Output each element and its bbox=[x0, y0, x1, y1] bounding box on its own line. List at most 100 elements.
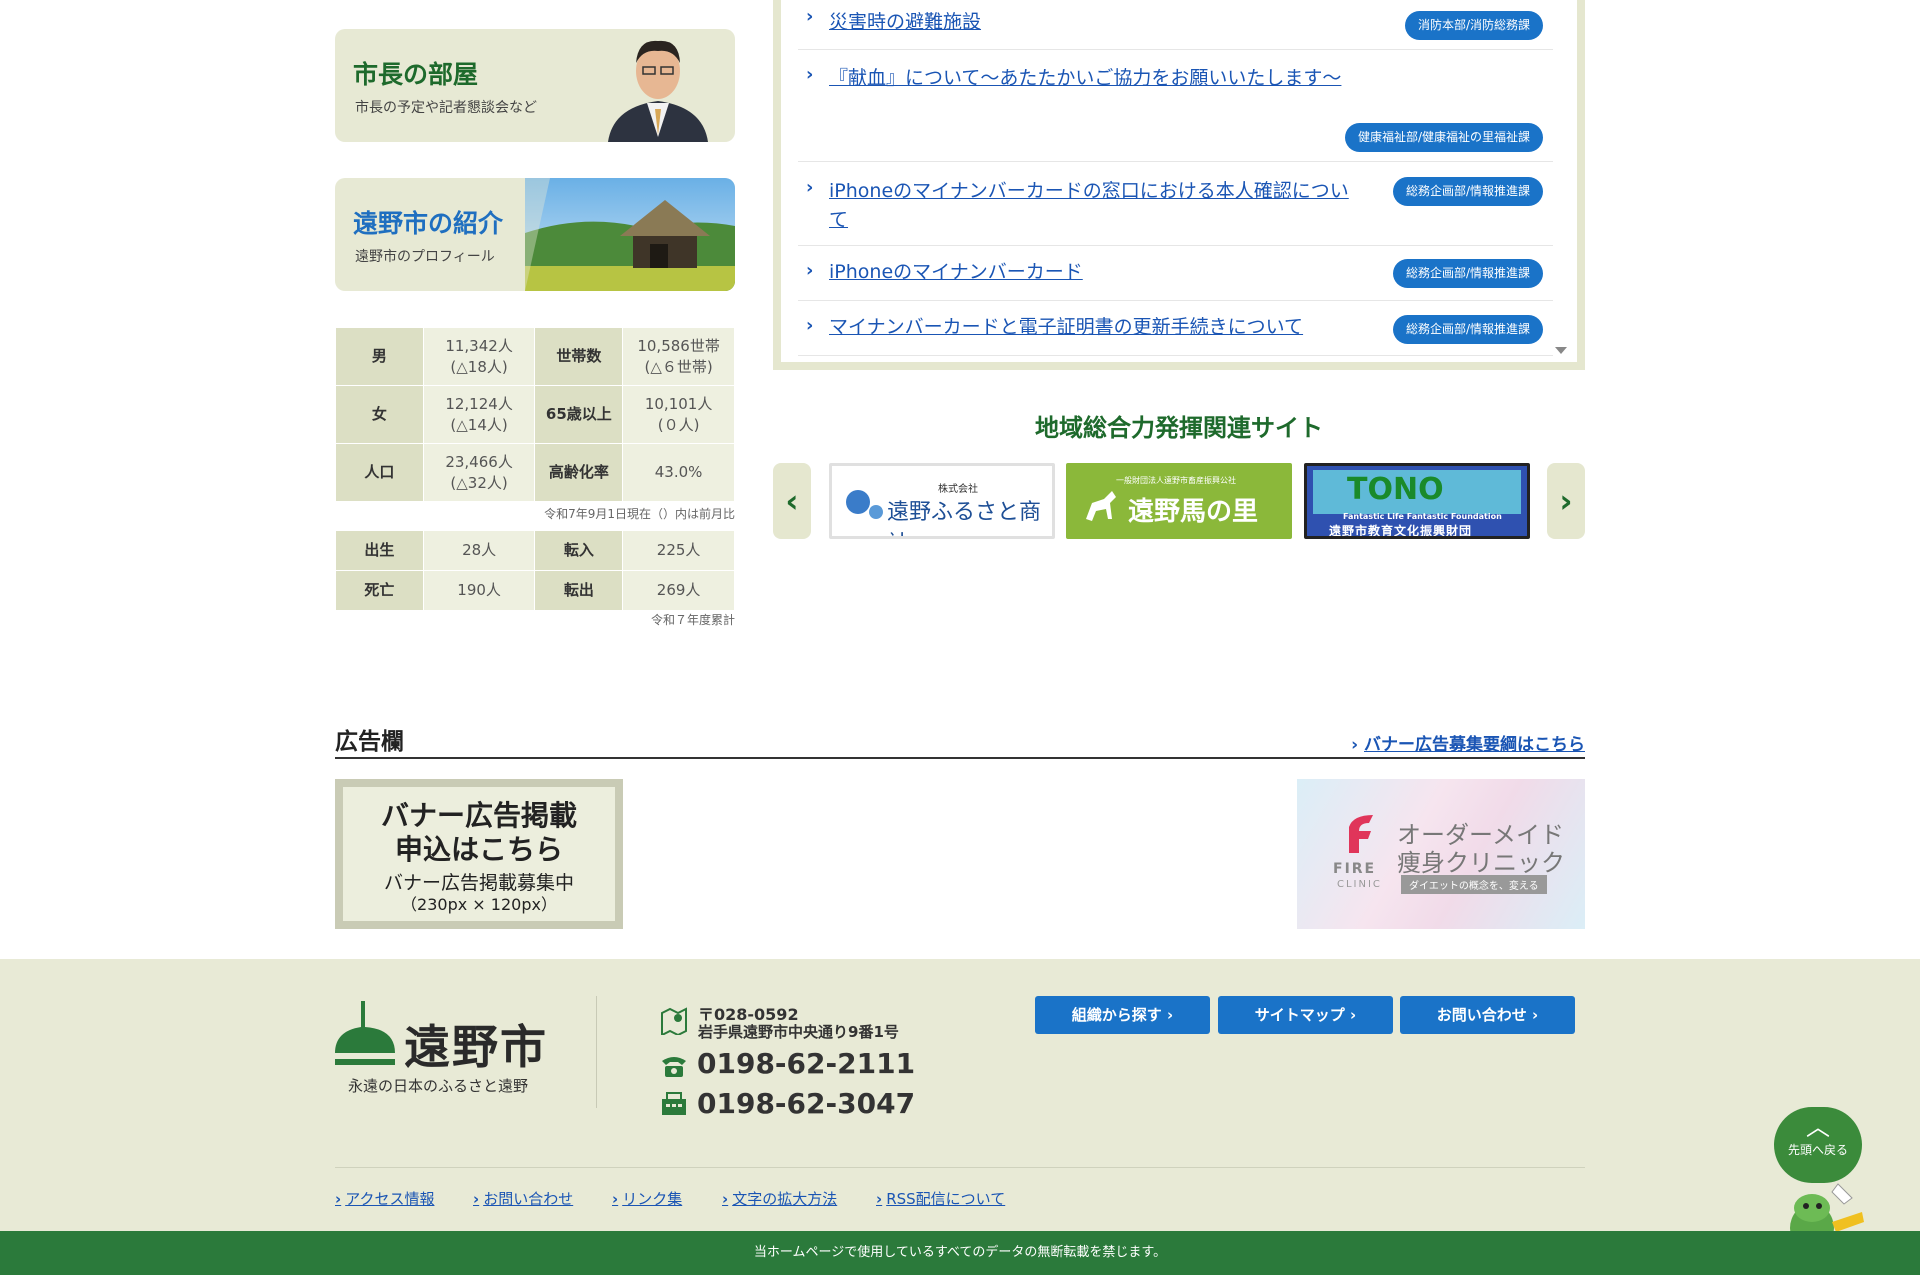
mayor-room-banner[interactable]: 市長の部屋 市長の予定や記者懇談会など bbox=[335, 29, 735, 142]
site-small-text: 株式会社 bbox=[938, 484, 978, 495]
news-item[interactable]: › iPhoneのマイナンバーカードの窓口における本人確認について 総務企画部/… bbox=[798, 162, 1553, 246]
button-label: 組織から探す bbox=[1071, 1006, 1162, 1024]
footer-link-access[interactable]: › アクセス情報 bbox=[335, 1188, 434, 1209]
furusato-logo-icon bbox=[846, 490, 883, 519]
related-site-furusato-shosha[interactable]: 株式会社 遠野ふるさと商社 bbox=[829, 463, 1055, 539]
movement-table: 出生 28人 転入 225人 死亡 190人 転出 269人 bbox=[335, 530, 735, 611]
news-item[interactable]: › マイナンバーカードと電子証明書の更新手続きについて 総務企画部/情報推進課 bbox=[798, 301, 1553, 356]
footer-tagline: 永遠の日本のふるさと遠野 bbox=[348, 1077, 529, 1095]
movement-header: 転出 bbox=[534, 570, 624, 611]
footer-link-contact[interactable]: › お問い合わせ bbox=[473, 1188, 573, 1209]
city-intro-banner[interactable]: 遠野市の紹介 遠野市のプロフィール bbox=[335, 178, 735, 291]
button-label: お問い合わせ bbox=[1436, 1006, 1527, 1024]
population-value: 10,101人 (０人) bbox=[622, 385, 735, 444]
site-name: 遠野市教育文化振興財団 bbox=[1329, 524, 1473, 538]
population-value: 12,124人 (△14人) bbox=[422, 385, 536, 444]
sitemap-button[interactable]: サイトマップ › bbox=[1218, 996, 1393, 1034]
mayor-room-subtitle: 市長の予定や記者懇談会など bbox=[355, 100, 537, 116]
news-item[interactable]: › 災害時の避難施設 消防本部/消防総務課 bbox=[798, 0, 1553, 50]
footer-logo-text: 遠野市 bbox=[404, 1020, 548, 1074]
horse-icon bbox=[1086, 491, 1116, 521]
table-row: 死亡 190人 転出 269人 bbox=[335, 570, 735, 611]
chevron-right-icon: › bbox=[876, 1190, 883, 1208]
find-by-organization-button[interactable]: 組織から探す › bbox=[1035, 996, 1210, 1034]
back-to-top-button[interactable]: ︿ 先頭へ戻る bbox=[1774, 1107, 1862, 1183]
footer-link-rss[interactable]: › RSS配信について bbox=[876, 1188, 1005, 1209]
copyright-bar: 当ホームページで使用しているすべてのデータの無断転載を禁じます。 bbox=[0, 1231, 1920, 1275]
fire-line-2: 痩身クリニック bbox=[1397, 849, 1565, 877]
movement-note: 令和７年度累計 bbox=[650, 613, 735, 627]
news-link[interactable]: 『献血』について～あたたかいご協力をお願いいたします～ bbox=[829, 64, 1349, 93]
news-item[interactable]: › iPhoneのマイナンバーカード 総務企画部/情報推進課 bbox=[798, 246, 1553, 301]
news-link[interactable]: マイナンバーカードと電子証明書の更新手続きについて bbox=[829, 313, 1349, 342]
chevron-right-icon: › bbox=[722, 1190, 729, 1208]
movement-header: 転入 bbox=[534, 530, 624, 571]
ad-guidelines-link[interactable]: › バナー広告募集要綱はこちら bbox=[1351, 730, 1585, 755]
population-header: 世帯数 bbox=[534, 327, 624, 386]
map-pin-icon bbox=[661, 1007, 687, 1035]
news-link[interactable]: iPhoneのマイナンバーカードの窓口における本人確認について bbox=[829, 177, 1349, 235]
city-intro-subtitle: 遠野市のプロフィール bbox=[355, 249, 495, 265]
news-link[interactable]: 災害時の避難施設 bbox=[829, 8, 1349, 37]
fax-icon bbox=[662, 1092, 686, 1115]
divider bbox=[596, 996, 597, 1108]
banner-ad-apply[interactable]: バナー広告掲載 申込はこちら バナー広告掲載募集中 （230px × 120px… bbox=[335, 779, 623, 929]
mayor-room-title: 市長の部屋 bbox=[353, 60, 479, 89]
chevron-right-icon: › bbox=[1161, 1006, 1174, 1024]
ad-section-heading: 広告欄 bbox=[335, 729, 404, 755]
news-item[interactable]: › 『献血』について～あたたかいご協力をお願いいたします～ 健康福祉部/健康福祉… bbox=[798, 50, 1553, 162]
fire-brand: FIRE bbox=[1333, 861, 1377, 877]
news-list[interactable]: › 災害時の避難施設 消防本部/消防総務課 › 『献血』について～あたたかいご協… bbox=[773, 0, 1585, 370]
chevron-up-icon: ︿ bbox=[1806, 1113, 1830, 1141]
banner-ad-apply-inner: バナー広告掲載 申込はこちら バナー広告掲載募集中 （230px × 120px… bbox=[343, 787, 615, 921]
footer-tel[interactable]: 0198-62-2111 bbox=[697, 1047, 915, 1080]
chevron-right-icon: › bbox=[806, 177, 814, 198]
carousel-prev-button[interactable]: ‹ bbox=[773, 463, 811, 539]
tono-city-logo-icon bbox=[335, 1001, 395, 1065]
banner-line-1: バナー広告掲載 bbox=[380, 799, 577, 832]
footer-link-links[interactable]: › リンク集 bbox=[612, 1188, 682, 1209]
population-header: 男 bbox=[335, 327, 424, 386]
movement-value: 225人 bbox=[622, 530, 735, 571]
population-value: 11,342人 (△18人) bbox=[422, 327, 536, 386]
population-header: 高齢化率 bbox=[534, 443, 624, 502]
banner-line-3: バナー広告掲載募集中 bbox=[383, 872, 574, 894]
city-intro-title: 遠野市の紹介 bbox=[353, 209, 504, 238]
scroll-down-arrow-icon[interactable] bbox=[1555, 347, 1567, 354]
department-badge: 消防本部/消防総務課 bbox=[1404, 11, 1543, 40]
contact-button[interactable]: お問い合わせ › bbox=[1400, 996, 1575, 1034]
footer-link-text-size[interactable]: › 文字の拡大方法 bbox=[722, 1188, 837, 1209]
fire-clinic-logo-icon bbox=[1349, 815, 1373, 853]
population-table: 男 11,342人 (△18人) 世帯数 10,586世帯 (△６世帯) 女 12,… bbox=[335, 327, 735, 502]
population-note: 令和7年9月1日現在（）内は前月比 bbox=[544, 507, 735, 521]
movement-header: 死亡 bbox=[335, 570, 424, 611]
table-row: 出生 28人 転入 225人 bbox=[335, 530, 735, 571]
footer-address: 岩手県遠野市中央通り9番1号 bbox=[698, 1023, 899, 1041]
related-site-kyouiku-bunka[interactable]: TONO Fantastic Life Fantastic Foundation… bbox=[1304, 463, 1530, 539]
related-sites-title: 地域総合力発揮関連サイト bbox=[1035, 414, 1323, 442]
tono-logo: TONO bbox=[1347, 472, 1444, 507]
link-label: RSS配信について bbox=[886, 1190, 1006, 1208]
link-label: 文字の拡大方法 bbox=[732, 1190, 838, 1208]
chevron-right-icon: › bbox=[1351, 735, 1364, 755]
table-row: 女 12,124人 (△14人) 65歳以上 10,101人 (０人) bbox=[335, 385, 735, 444]
site-name: 遠野馬の里 bbox=[1128, 497, 1259, 527]
movement-value: 28人 bbox=[422, 530, 536, 571]
department-badge: 総務企画部/情報推進課 bbox=[1392, 259, 1543, 288]
phone-icon bbox=[662, 1057, 686, 1077]
link-label: リンク集 bbox=[622, 1190, 683, 1208]
department-badge: 総務企画部/情報推進課 bbox=[1392, 177, 1543, 206]
population-header: 65歳以上 bbox=[534, 385, 624, 444]
site-small-text: 一般財団法人遠野市畜産振興公社 bbox=[1116, 476, 1236, 485]
related-site-tono-umanosato[interactable]: 一般財団法人遠野市畜産振興公社 遠野馬の里 bbox=[1066, 463, 1292, 539]
carousel-next-button[interactable]: › bbox=[1547, 463, 1585, 539]
banner-ad-fire-clinic[interactable]: FIRE CLINIC オーダーメイド 痩身クリニック ダイエットの概念を、変え… bbox=[1297, 779, 1585, 929]
chevron-right-icon: › bbox=[806, 315, 814, 336]
chevron-right-icon: › bbox=[473, 1190, 480, 1208]
back-to-top-label: 先頭へ戻る bbox=[1787, 1143, 1848, 1157]
fire-badge: ダイエットの概念を、変える bbox=[1401, 875, 1547, 894]
news-link[interactable]: iPhoneのマイナンバーカード bbox=[829, 258, 1349, 287]
divider bbox=[335, 757, 1585, 759]
chevron-right-icon: › bbox=[806, 260, 814, 281]
population-header: 人口 bbox=[335, 443, 424, 502]
